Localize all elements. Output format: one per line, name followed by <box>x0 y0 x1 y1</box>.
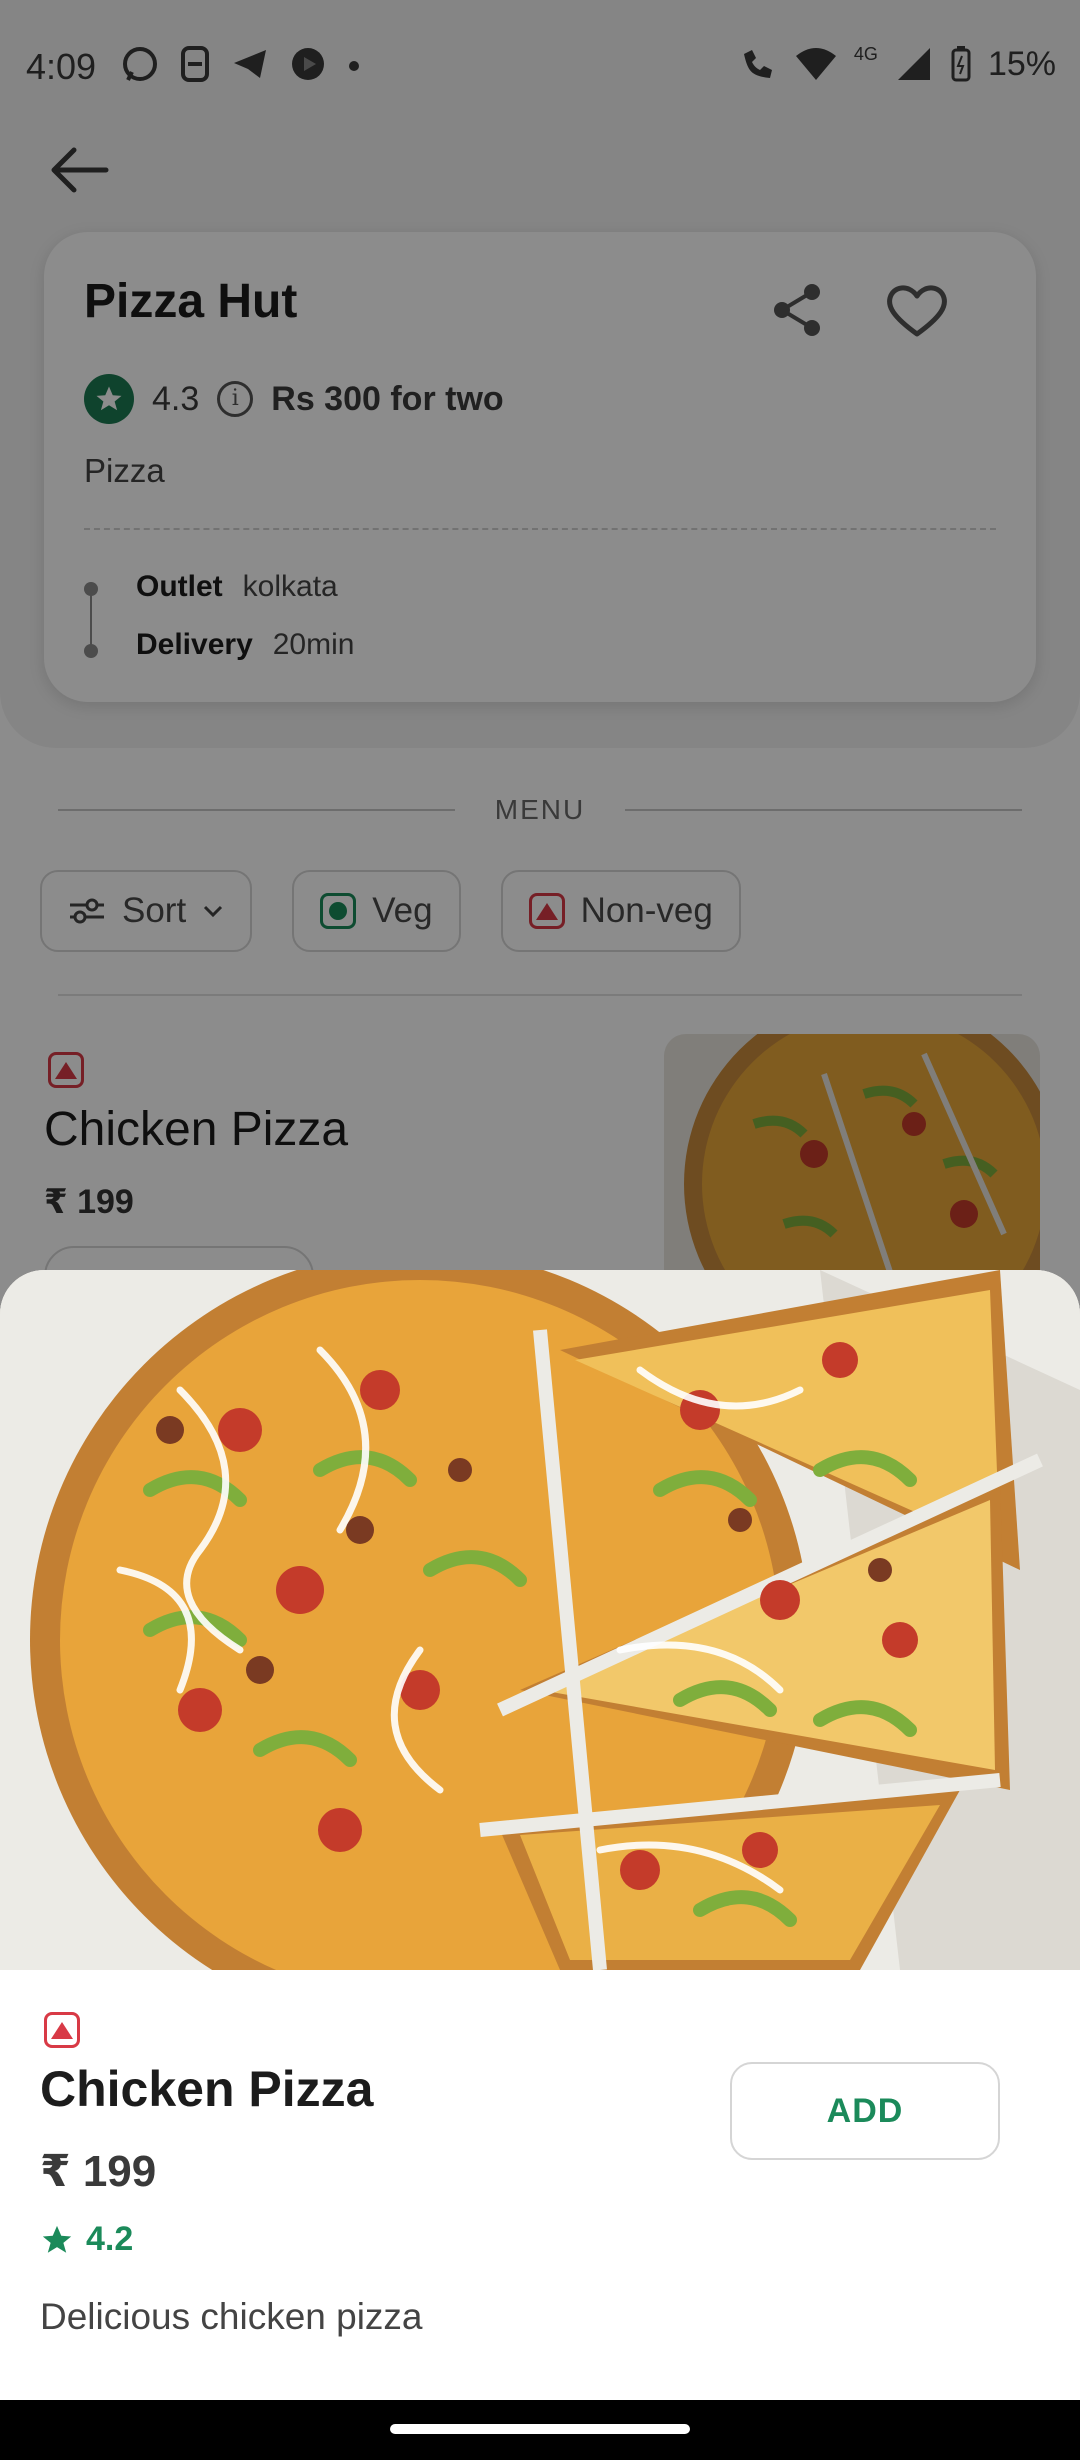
item-rating: 4.2 <box>86 2220 134 2258</box>
add-to-cart-button[interactable]: ADD <box>730 2062 1000 2160</box>
item-rating-row: 4.2 <box>40 2220 133 2259</box>
item-photo <box>0 1270 1080 1970</box>
item-price: ₹ 199 <box>40 2147 157 2196</box>
nonveg-icon <box>44 2012 80 2048</box>
item-name: Chicken Pizza <box>40 2061 374 2117</box>
system-nav-bar <box>0 2400 1080 2460</box>
item-description: Delicious chicken pizza <box>40 2296 423 2337</box>
star-icon <box>42 2225 72 2253</box>
item-detail-sheet: Chicken Pizza ₹ 199 4.2 Delicious chicke… <box>0 1270 1080 2400</box>
home-gesture-handle[interactable] <box>390 2424 690 2434</box>
